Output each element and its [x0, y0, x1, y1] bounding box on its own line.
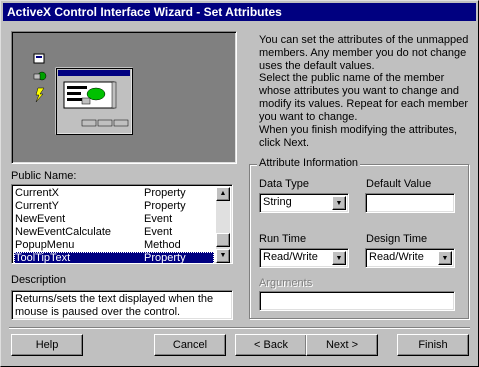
- wizard-illustration: [11, 31, 237, 164]
- arguments-label: Arguments: [259, 277, 313, 289]
- scroll-thumb[interactable]: [216, 233, 230, 247]
- member-name: NewEventCalculate: [15, 226, 111, 238]
- chevron-down-icon[interactable]: ▼: [332, 251, 346, 265]
- scroll-up-icon[interactable]: ▲: [216, 187, 230, 201]
- list-item[interactable]: NewEventCalculate Event: [14, 226, 214, 239]
- default-value-label: Default Value: [366, 178, 432, 190]
- list-item[interactable]: CurrentX Property: [14, 187, 214, 200]
- member-type: Property: [144, 200, 186, 212]
- help-button[interactable]: Help: [11, 334, 83, 356]
- list-scrollbar[interactable]: ▲ ▼: [216, 187, 230, 263]
- data-type-label: Data Type: [259, 178, 309, 190]
- design-time-value: Read/Write: [369, 251, 424, 263]
- list-item[interactable]: NewEvent Event: [14, 213, 214, 226]
- description-text: Returns/sets the text displayed when the…: [11, 290, 233, 320]
- public-name-label: Public Name:: [11, 170, 77, 182]
- member-name: PopupMenu: [15, 239, 75, 251]
- member-name: CurrentY: [15, 200, 60, 212]
- default-value-field[interactable]: [365, 193, 455, 213]
- wizard-window: ActiveX Control Interface Wizard - Set A…: [0, 0, 479, 367]
- run-time-select[interactable]: Read/Write ▼: [259, 248, 349, 268]
- design-time-label: Design Time: [366, 233, 428, 245]
- list-item[interactable]: PopupMenu Method: [14, 239, 214, 252]
- intro-paragraph-3: When you finish modifying the attributes…: [259, 124, 458, 149]
- design-time-select[interactable]: Read/Write ▼: [365, 248, 455, 268]
- next-button[interactable]: Next >: [306, 334, 378, 356]
- intro-paragraph-2: Select the public name of the member who…: [259, 72, 469, 123]
- cancel-button[interactable]: Cancel: [154, 334, 226, 356]
- run-time-value: Read/Write: [263, 251, 318, 263]
- member-type: Property: [144, 187, 186, 199]
- finish-button[interactable]: Finish: [397, 334, 469, 356]
- scroll-down-icon[interactable]: ▼: [216, 249, 230, 263]
- run-time-label: Run Time: [259, 233, 307, 245]
- member-name: ToolTipText: [15, 252, 71, 264]
- attribute-info-legend: Attribute Information: [257, 157, 361, 169]
- window-title: ActiveX Control Interface Wizard - Set A…: [7, 5, 282, 19]
- member-type: Event: [144, 213, 173, 225]
- wizard-graphic: [33, 53, 133, 135]
- member-type: Property: [144, 252, 186, 264]
- description-label: Description: [11, 274, 67, 286]
- member-name: CurrentX: [15, 187, 60, 199]
- chevron-down-icon[interactable]: ▼: [438, 251, 452, 265]
- list-item-selected[interactable]: ToolTipText Property: [14, 252, 214, 264]
- data-type-value: String: [263, 196, 292, 208]
- list-item[interactable]: CurrentY Property: [14, 200, 214, 213]
- title-bar[interactable]: ActiveX Control Interface Wizard - Set A…: [3, 3, 476, 21]
- data-type-select[interactable]: String ▼: [259, 193, 349, 213]
- divider: [9, 327, 470, 329]
- intro-paragraph-1: You can set the attributes of the unmapp…: [259, 34, 469, 72]
- back-button[interactable]: < Back: [235, 334, 307, 356]
- arguments-field[interactable]: [259, 291, 455, 311]
- member-name: NewEvent: [15, 213, 66, 225]
- member-type: Event: [144, 226, 173, 238]
- public-name-list[interactable]: CurrentX Property CurrentY Property NewE…: [11, 184, 233, 264]
- chevron-down-icon[interactable]: ▼: [332, 196, 346, 210]
- member-type: Method: [144, 239, 181, 251]
